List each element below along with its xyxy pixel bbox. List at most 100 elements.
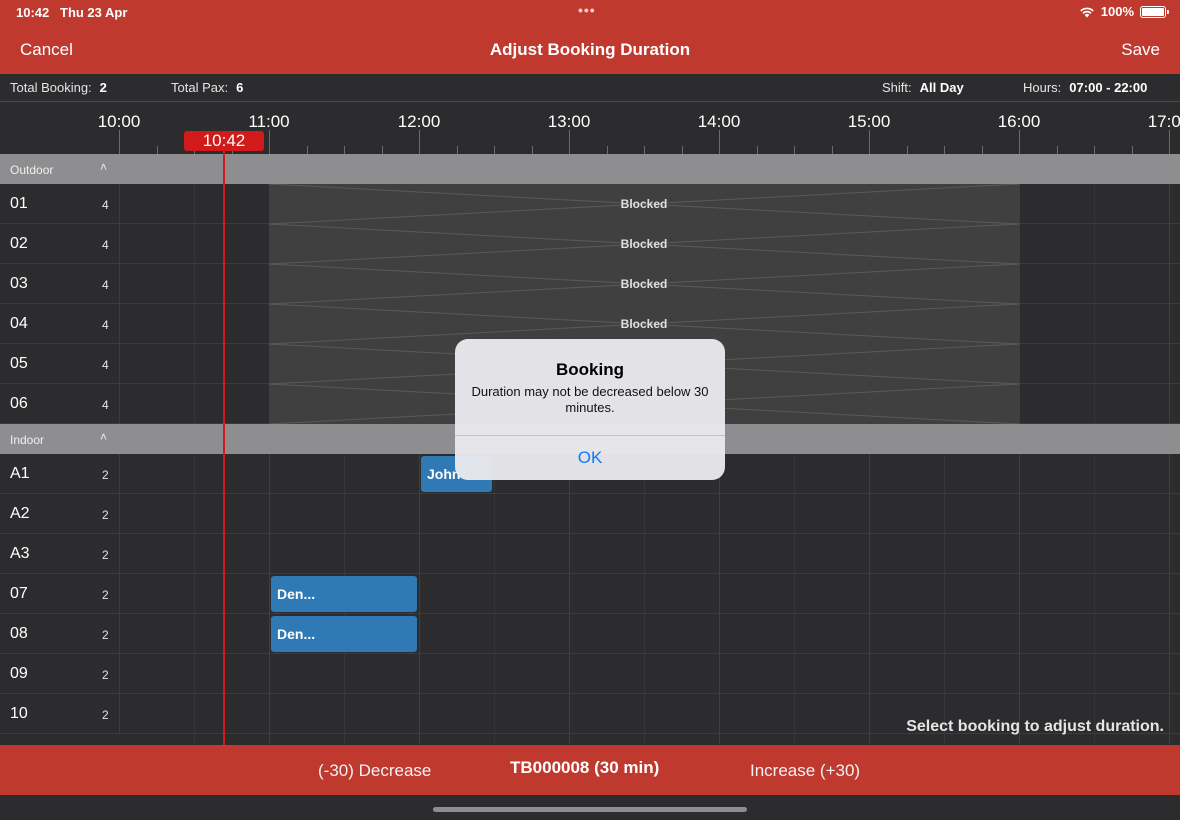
alert-ok-button[interactable]: OK <box>455 436 725 480</box>
status-date: Thu 23 Apr <box>60 5 128 20</box>
table-row[interactable]: A2 2 <box>0 494 1180 534</box>
quarter-tick <box>756 146 758 154</box>
home-indicator[interactable] <box>433 807 747 812</box>
hour-tick <box>569 130 570 154</box>
table-number: A2 <box>10 505 30 522</box>
quarter-tick <box>981 146 983 154</box>
table-number: 04 <box>10 315 28 332</box>
status-right: 100% <box>1079 4 1169 19</box>
table-row[interactable]: 01 4 Blocked <box>0 184 1180 224</box>
hour-label: 13:00 <box>547 112 591 131</box>
save-button[interactable]: Save <box>1121 40 1160 60</box>
quarter-tick <box>306 146 308 154</box>
hour-label: 17:00 <box>1147 112 1180 131</box>
hour-tick <box>419 130 420 154</box>
blocked-label: Blocked <box>620 317 668 331</box>
table-capacity: 4 <box>102 238 109 252</box>
section-header[interactable]: Outdoor ˄ <box>0 154 1180 184</box>
hour-tick <box>1019 130 1020 154</box>
table-capacity: 2 <box>102 468 109 482</box>
hours-value: 07:00 - 22:00 <box>1069 80 1148 95</box>
table-row[interactable]: 04 4 Blocked <box>0 304 1180 344</box>
quarter-tick <box>1131 146 1133 154</box>
decrease-button[interactable]: (-30) Decrease <box>318 761 431 781</box>
wifi-icon <box>1079 7 1094 17</box>
timeline-header[interactable]: 10:00 11:00 12:00 13:00 14:00 15:00 16:00 17:00 <box>0 102 1180 154</box>
total-pax-label: Total Pax: <box>171 80 229 95</box>
table-row[interactable]: 02 4 Blocked <box>0 224 1180 264</box>
alert-title: Booking <box>556 360 624 379</box>
quarter-tick <box>681 146 683 154</box>
hour-tick <box>119 130 120 154</box>
navigation-bar: Cancel Adjust Booking Duration Save <box>0 24 1180 74</box>
table-capacity: 2 <box>102 548 109 562</box>
booking-block[interactable]: Den... <box>271 616 417 652</box>
multitasking-dots-icon[interactable]: ••• <box>578 2 596 18</box>
quarter-tick <box>794 146 795 154</box>
table-number: A1 <box>10 465 30 482</box>
total-booking-label: Total Booking: <box>10 80 92 95</box>
blocked-label: Blocked <box>620 237 668 251</box>
table-capacity: 2 <box>102 508 109 522</box>
quarter-tick <box>381 146 383 154</box>
quarter-tick <box>531 146 533 154</box>
total-pax: Total Pax: 6 <box>171 80 243 95</box>
status-bar: 10:42 Thu 23 Apr ••• 100% <box>0 0 1180 24</box>
total-booking-value: 2 <box>99 80 107 95</box>
status-time: 10:42 <box>16 5 50 20</box>
shift[interactable]: Shift: All Day <box>882 80 964 95</box>
hour-label: 14:00 <box>697 112 741 131</box>
increase-button[interactable]: Increase (+30) <box>750 761 860 781</box>
duration-toolbar: (-30) Decrease TB000008 (30 min) Increas… <box>0 745 1180 795</box>
blocked-slot: Blocked <box>269 224 1019 264</box>
hours: Hours: 07:00 - 22:00 <box>1023 80 1147 95</box>
current-booking-label: TB000008 (30 min) <box>510 758 660 777</box>
table-capacity: 4 <box>102 318 109 332</box>
battery-icon <box>1140 5 1169 18</box>
quarter-tick <box>494 146 495 154</box>
table-row[interactable]: 07 2 Den... <box>0 574 1180 614</box>
table-row[interactable]: 09 2 <box>0 654 1180 694</box>
hour-label: 12:00 <box>397 112 441 131</box>
table-capacity: 4 <box>102 398 109 412</box>
table-capacity: 2 <box>102 588 109 602</box>
alert-dialog: Booking Duration may not be decreased be… <box>455 339 725 480</box>
home-area <box>0 795 1180 820</box>
blocked-slot: Blocked <box>269 184 1019 224</box>
hour-tick <box>1169 130 1170 154</box>
blocked-label: Blocked <box>620 197 668 211</box>
table-capacity: 2 <box>102 708 109 722</box>
hint-text: Select booking to adjust duration. <box>906 718 1164 735</box>
hour-label: 16:00 <box>997 112 1041 131</box>
table-number: 07 <box>10 585 28 602</box>
hours-label: Hours: <box>1023 80 1062 95</box>
chevron-up-icon[interactable]: ˄ <box>100 160 107 174</box>
table-row[interactable]: 03 4 Blocked <box>0 264 1180 304</box>
table-number: A3 <box>10 545 30 562</box>
hour-tick <box>269 130 270 154</box>
quarter-tick <box>344 146 345 154</box>
table-number: 06 <box>10 395 28 412</box>
total-booking: Total Booking: 2 <box>10 80 107 95</box>
table-capacity: 4 <box>102 278 109 292</box>
hour-label: 10:00 <box>97 112 141 131</box>
current-time-line <box>223 151 225 745</box>
blocked-slot: Blocked <box>269 304 1019 344</box>
table-number: 01 <box>10 195 28 212</box>
battery-percent: 100% <box>1100 4 1134 19</box>
table-number: 05 <box>10 355 28 372</box>
hour-tick <box>869 130 870 154</box>
booking-block[interactable]: Den... <box>271 576 417 612</box>
hour-label: 11:00 <box>248 112 290 131</box>
page-title: Adjust Booking Duration <box>489 40 691 59</box>
table-number: 03 <box>10 275 28 292</box>
table-row[interactable]: A3 2 <box>0 534 1180 574</box>
quarter-tick <box>156 146 158 154</box>
chevron-up-icon[interactable]: ˄ <box>100 430 107 444</box>
quarter-tick <box>606 146 608 154</box>
table-capacity: 4 <box>102 198 109 212</box>
table-row[interactable]: 08 2 Den... <box>0 614 1180 654</box>
quarter-tick <box>831 146 833 154</box>
shift-value: All Day <box>919 80 964 95</box>
quarter-tick <box>944 146 945 154</box>
